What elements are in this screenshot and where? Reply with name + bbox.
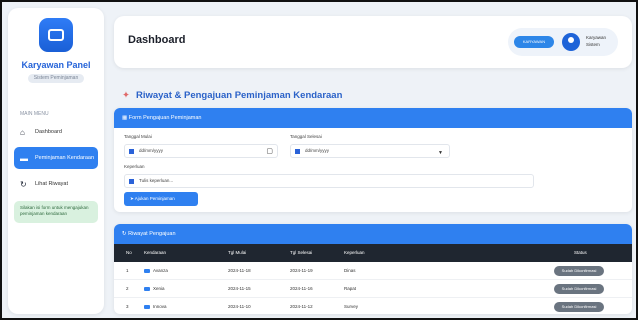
- top-header: Dashboard Karyawan Sistem KARYAWAN: [114, 16, 632, 68]
- history-title: Riwayat Pengajuan: [128, 231, 176, 237]
- cell-purpose: Dinas: [344, 268, 356, 273]
- user-name: Karyawan Sistem: [586, 35, 607, 47]
- cell-vehicle: Xenia: [144, 286, 165, 291]
- sidebar-item-dashboard[interactable]: ⌂ Dashboard: [14, 123, 98, 141]
- cell-end: 2024-11-16: [290, 286, 313, 291]
- brand-subtitle: Sistem Peminjaman: [28, 74, 84, 83]
- sidebar-item-label: Lihat Riwayat: [35, 181, 69, 187]
- chevron-down-icon: ▼: [438, 150, 443, 156]
- history-card: ↻ Riwayat Pengajuan No Kendaraan Tgl Mul…: [114, 224, 632, 314]
- cell-start: 2024-11-10: [228, 304, 251, 309]
- form-card-header: ▦ Form Pengajuan Peminjaman: [114, 108, 632, 128]
- sidebar-item-label: Peminjaman Kendaraan: [35, 155, 95, 161]
- cell-end: 2024-11-19: [290, 268, 313, 273]
- cell-vehicle: Avanza: [144, 268, 168, 273]
- edit-icon: [129, 179, 134, 184]
- table-row: 3 Innova 2024-11-10 2024-11-12 Survey Su…: [114, 298, 632, 314]
- col-start: Tgl Mulai: [228, 250, 247, 255]
- cell-purpose: Rapat: [344, 286, 357, 291]
- brand-name: Karyawan Panel: [21, 60, 91, 70]
- purpose-label: Keperluan: [124, 164, 145, 169]
- col-end: Tgl Selesai: [290, 250, 313, 255]
- start-date-input[interactable]: dd/mm/yyyy ▢: [124, 144, 278, 158]
- calendar-icon: [129, 149, 134, 154]
- role-badge: KARYAWAN: [514, 36, 554, 48]
- submit-loan-button[interactable]: ➤ Ajukan Peminjaman: [124, 192, 198, 206]
- car-icon: [144, 304, 150, 309]
- logo-icon: [48, 29, 64, 41]
- menu-caption: MAIN MENU: [20, 111, 49, 117]
- col-vehicle: Kendaraan: [144, 250, 167, 255]
- cell-no: 1: [126, 268, 129, 273]
- car-icon: ▬: [20, 153, 28, 163]
- end-date-input[interactable]: dd/mm/yyyy ▼: [290, 144, 450, 158]
- cell-no: 3: [126, 304, 129, 309]
- section-title: ✦ Riwayat & Pengajuan Peminjaman Kendaraa…: [122, 90, 342, 101]
- home-icon: ⌂: [20, 127, 25, 137]
- col-no: No: [126, 250, 132, 255]
- cell-start: 2024-11-18: [228, 268, 251, 273]
- avatar: [562, 33, 580, 51]
- table-header: No Kendaraan Tgl Mulai Tgl Selesai Keper…: [114, 244, 632, 262]
- info-note: Silakan isi form untuk mengajukan peminj…: [14, 201, 98, 223]
- status-badge: Sudah Dikonfirmasi: [554, 302, 604, 312]
- cell-vehicle: Innova: [144, 304, 167, 309]
- status-badge: Sudah Dikonfirmasi: [554, 284, 604, 294]
- user-icon: [568, 37, 574, 43]
- table-row: 1 Avanza 2024-11-18 2024-11-19 Dinas Sud…: [114, 262, 632, 280]
- end-date-value: dd/mm/yyyy: [305, 148, 330, 153]
- history-card-header: ↻ Riwayat Pengajuan: [114, 224, 632, 244]
- form-icon: ▦: [122, 115, 129, 121]
- history-icon: ✦: [122, 90, 130, 101]
- car-icon: [144, 286, 150, 291]
- sidebar: Karyawan Panel Sistem Peminjaman MAIN ME…: [8, 8, 104, 314]
- cell-purpose: Survey: [344, 304, 359, 309]
- sidebar-item-riwayat[interactable]: ↻ Lihat Riwayat: [14, 175, 98, 193]
- car-icon: [144, 268, 150, 273]
- section-title-text: Riwayat & Pengajuan Peminjaman Kendaraan: [135, 90, 343, 101]
- col-status: Status: [574, 250, 587, 255]
- page-title: Dashboard: [128, 34, 186, 46]
- sidebar-item-peminjaman[interactable]: ▬ Peminjaman Kendaraan: [14, 147, 98, 169]
- form-title: Form Pengajuan Peminjaman: [128, 115, 202, 121]
- end-date-label: Tanggal Selesai: [290, 134, 322, 139]
- cell-no: 2: [126, 286, 129, 291]
- purpose-placeholder: Tulis keperluan...: [139, 178, 174, 183]
- purpose-input[interactable]: Tulis keperluan...: [124, 174, 534, 188]
- calendar-icon: [295, 149, 300, 154]
- start-date-value: dd/mm/yyyy: [139, 148, 164, 153]
- submit-label: Ajukan Peminjaman: [134, 196, 175, 201]
- app-window: Karyawan Panel Sistem Peminjaman MAIN ME…: [0, 0, 638, 320]
- status-badge: Sudah Dikonfirmasi: [554, 266, 604, 276]
- col-purpose: Keperluan: [344, 250, 365, 255]
- date-picker-icon[interactable]: ▢: [266, 146, 273, 158]
- cell-end: 2024-11-12: [290, 304, 313, 309]
- cell-start: 2024-11-15: [228, 286, 251, 291]
- table-row: 2 Xenia 2024-11-15 2024-11-16 Rapat Suda…: [114, 280, 632, 298]
- history-icon: ↻: [20, 179, 27, 189]
- app-logo: [39, 18, 73, 52]
- sidebar-item-label: Dashboard: [35, 129, 62, 135]
- loan-form-card: ▦ Form Pengajuan Peminjaman Tanggal Mula…: [114, 108, 632, 212]
- start-date-label: Tanggal Mulai: [124, 134, 152, 139]
